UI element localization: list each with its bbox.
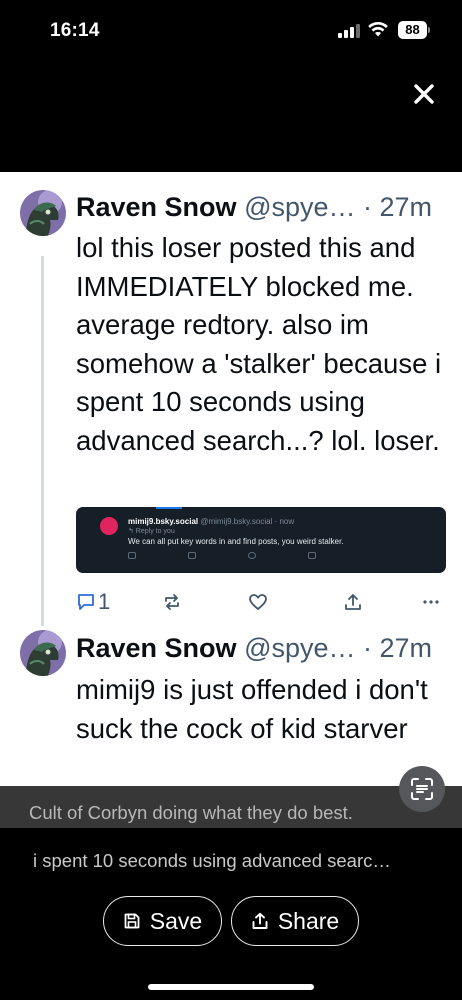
reply-button[interactable]: 1 — [76, 588, 110, 616]
alt-text[interactable]: i spent 10 seconds using advanced searc… — [33, 850, 391, 872]
share-post-button[interactable] — [343, 588, 363, 616]
embed-actions — [128, 552, 368, 564]
post-header: Raven Snow @spye… · 27m — [76, 192, 432, 223]
embed-reply-to: ↰ Reply to you — [128, 528, 175, 535]
embedded-image[interactable]: mimij9.bsky.social @mimij9.bsky.social ·… — [76, 507, 446, 573]
avatar — [20, 190, 66, 236]
author-handle[interactable]: @spye… — [244, 192, 355, 222]
post-text: lol this loser posted this and IMMEDIATE… — [76, 232, 442, 456]
more-icon — [423, 600, 439, 604]
post-time: · 27m — [363, 192, 433, 222]
close-icon[interactable] — [408, 78, 440, 110]
post-actions: 1 — [76, 588, 446, 616]
battery-icon: 88 — [398, 21, 430, 39]
embed-avatar — [100, 517, 118, 535]
embed-text: We can all put key words in and find pos… — [128, 537, 344, 546]
save-button[interactable]: Save — [103, 896, 222, 946]
post-time: · 27m — [363, 633, 433, 663]
author-handle[interactable]: @spye… — [244, 633, 355, 663]
status-time: 16:14 — [50, 20, 100, 41]
more-button[interactable] — [422, 588, 440, 616]
status-bar: 16:14 88 — [0, 0, 462, 62]
image-caption: Cult of Corbyn doing what they do best. — [29, 802, 353, 823]
text-scan-icon — [411, 778, 433, 800]
embed-highlight-bar — [156, 507, 182, 509]
cellular-signal-icon — [338, 24, 360, 38]
like-button[interactable] — [248, 588, 268, 616]
home-indicator[interactable] — [148, 984, 314, 990]
post-image: Raven Snow @spye… · 27m lol this loser p… — [0, 172, 462, 872]
share-label: Share — [277, 907, 340, 934]
share-button[interactable]: Share — [231, 896, 359, 946]
share-icon — [252, 912, 268, 929]
reply-icon — [78, 594, 94, 610]
reply-count: 1 — [98, 589, 111, 614]
embed-meta: @mimij9.bsky.social · now — [200, 517, 295, 526]
text-scan-button[interactable] — [399, 766, 445, 812]
repost-icon — [165, 594, 179, 610]
share-icon — [345, 594, 361, 610]
save-icon — [124, 913, 140, 929]
wifi-icon — [368, 21, 388, 37]
repost-button[interactable] — [162, 588, 182, 616]
post-text: mimij9 is just offended i don't suck the… — [76, 674, 428, 744]
battery-level: 88 — [398, 21, 427, 39]
author-name[interactable]: Raven Snow — [76, 633, 237, 663]
post-header: Raven Snow @spye… · 27m — [76, 633, 432, 664]
embed-author-name: mimij9.bsky.social — [128, 517, 199, 526]
thread-line — [41, 256, 44, 626]
save-label: Save — [149, 907, 203, 934]
author-name[interactable]: Raven Snow — [76, 192, 237, 222]
embed-author: mimij9.bsky.social @mimij9.bsky.social ·… — [128, 517, 294, 526]
heart-icon — [249, 594, 267, 610]
avatar — [20, 630, 66, 676]
